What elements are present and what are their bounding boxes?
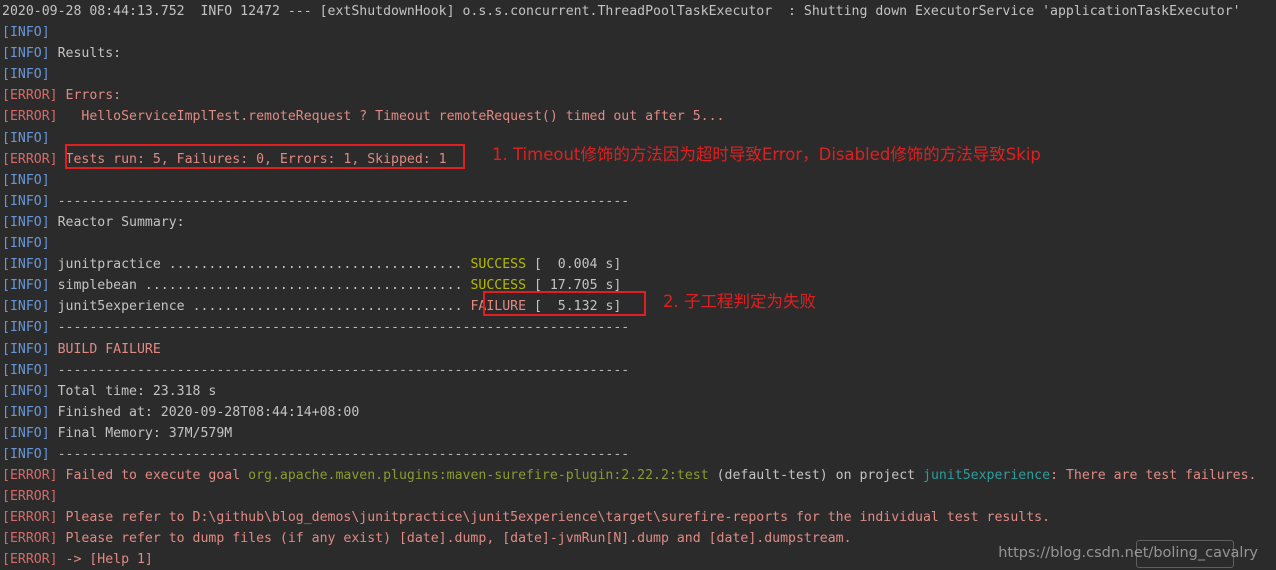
reactor-duration: [ 5.132 s]: [526, 299, 622, 315]
log-level-tag: [ERROR]: [2, 151, 58, 167]
goal-line-suffix: : There are test failures.: [1050, 468, 1257, 484]
log-line: [INFO]: [2, 170, 1276, 191]
log-level-tag: [INFO]: [2, 172, 50, 188]
reactor-module-name: simplebean: [49, 278, 145, 294]
log-level-tag: [INFO]: [2, 278, 50, 294]
log-line-text: Reactor Summary:: [49, 214, 185, 230]
log-line: [INFO]: [2, 22, 1276, 43]
log-line-text: Please refer to D:\github\blog_demos\jun…: [57, 510, 1051, 526]
log-level-tag: [INFO]: [2, 383, 50, 399]
log-line: [INFO] ---------------------------------…: [2, 317, 1276, 338]
log-level-tag: [INFO]: [2, 425, 50, 441]
log-line-text: 2020-09-28 08:44:13.752 INFO 12472 --- […: [2, 4, 1241, 19]
goal-line-prefix: Failed to execute goal: [57, 468, 249, 484]
log-level-tag: [INFO]: [2, 341, 50, 357]
log-line: [INFO] junitpractice ...................…: [2, 254, 1276, 275]
terminal-console[interactable]: 2020-09-28 08:44:13.752 INFO 12472 --- […: [0, 0, 1276, 570]
annotation-1-timeout-note: 1. Timeout修饰的方法因为超时导致Error，Disabled修饰的方法…: [492, 145, 1041, 164]
log-level-tag: [ERROR]: [2, 552, 58, 568]
log-line: [INFO] junit5experience ................…: [2, 296, 1276, 317]
reactor-dot-leader: ..................................: [192, 299, 463, 315]
log-line-text: Results:: [49, 46, 122, 62]
log-level-tag: [INFO]: [2, 446, 50, 462]
log-level-tag: [INFO]: [2, 130, 50, 146]
log-level-tag: [ERROR]: [2, 109, 58, 125]
log-line: [ERROR] Failed to execute goal org.apach…: [2, 465, 1276, 486]
log-line: [ERROR] HelloServiceImplTest.remoteReque…: [2, 106, 1276, 127]
log-level-tag: [INFO]: [2, 67, 50, 83]
log-level-tag: [INFO]: [2, 46, 50, 62]
reactor-dot-leader: ........................................: [144, 278, 463, 294]
log-line: [INFO]: [2, 64, 1276, 85]
log-line: [INFO] BUILD FAILURE: [2, 339, 1276, 360]
log-line-text: ----------------------------------------…: [49, 362, 630, 378]
log-level-tag: [INFO]: [2, 299, 50, 315]
log-line-text: ----------------------------------------…: [49, 193, 630, 209]
watermark-url: https://blog.csdn.net/boling_cavalry: [998, 544, 1258, 561]
log-line-text: Final Memory: 37M/579M: [49, 425, 233, 441]
log-line: [ERROR] Please refer to D:\github\blog_d…: [2, 507, 1276, 528]
log-level-tag: [INFO]: [2, 25, 50, 41]
log-level-tag: [INFO]: [2, 193, 50, 209]
log-line-text: ----------------------------------------…: [49, 320, 630, 336]
reactor-status-badge: SUCCESS: [470, 278, 527, 294]
reactor-status-badge: SUCCESS: [470, 257, 527, 273]
log-level-tag: [ERROR]: [2, 489, 58, 505]
log-line-text: -> [Help 1]: [57, 552, 153, 568]
reactor-duration: [ 0.004 s]: [526, 257, 622, 273]
log-level-tag: [INFO]: [2, 320, 50, 336]
log-line-text: Please refer to dump files (if any exist…: [57, 531, 852, 547]
log-level-tag: [INFO]: [2, 236, 50, 252]
log-level-tag: [INFO]: [2, 257, 50, 273]
log-line: [INFO] Reactor Summary:: [2, 212, 1276, 233]
log-line: [INFO] ---------------------------------…: [2, 191, 1276, 212]
reactor-module-name: junit5experience: [49, 299, 193, 315]
log-line: 2020-09-28 08:44:13.752 INFO 12472 --- […: [2, 1, 1276, 22]
log-line: [INFO] Final Memory: 37M/579M: [2, 423, 1276, 444]
log-line-text: Finished at: 2020-09-28T08:44:14+08:00: [49, 404, 360, 420]
log-line: [INFO] Finished at: 2020-09-28T08:44:14+…: [2, 402, 1276, 423]
reactor-status-badge: FAILURE: [470, 299, 527, 315]
log-line: [ERROR]: [2, 486, 1276, 507]
annotation-2-module-failure-note: 2. 子工程判定为失败: [663, 292, 816, 311]
reactor-duration: [ 17.705 s]: [526, 278, 622, 294]
maven-goal-coordinates: org.apache.maven.plugins:maven-surefire-…: [248, 468, 709, 484]
log-line: [INFO] Results:: [2, 43, 1276, 64]
log-level-tag: [ERROR]: [2, 468, 58, 484]
log-line: [INFO] ---------------------------------…: [2, 444, 1276, 465]
log-level-tag: [INFO]: [2, 214, 50, 230]
log-level-tag: [ERROR]: [2, 510, 58, 526]
log-level-tag: [INFO]: [2, 362, 50, 378]
log-level-tag: [ERROR]: [2, 531, 58, 547]
log-line: [INFO]: [2, 233, 1276, 254]
goal-line-middle: (default-test) on project: [708, 468, 924, 484]
log-line: [INFO] Total time: 23.318 s: [2, 381, 1276, 402]
project-name: junit5experience: [923, 468, 1051, 484]
log-line-text: Errors:: [57, 88, 122, 104]
log-line-text: BUILD FAILURE: [49, 341, 161, 357]
log-level-tag: [INFO]: [2, 404, 50, 420]
log-level-tag: [ERROR]: [2, 88, 58, 104]
log-line-text: ----------------------------------------…: [49, 446, 630, 462]
log-line: [INFO] simplebean ......................…: [2, 275, 1276, 296]
log-line-text: Total time: 23.318 s: [49, 383, 217, 399]
log-line-text: HelloServiceImplTest.remoteRequest ? Tim…: [57, 109, 725, 125]
log-line: [ERROR] Errors:: [2, 85, 1276, 106]
reactor-module-name: junitpractice: [49, 257, 169, 273]
log-output: 2020-09-28 08:44:13.752 INFO 12472 --- […: [2, 1, 1276, 570]
log-line: [INFO] ---------------------------------…: [2, 360, 1276, 381]
log-line-text: Tests run: 5, Failures: 0, Errors: 1, Sk…: [57, 151, 447, 167]
reactor-dot-leader: .....................................: [168, 257, 463, 273]
